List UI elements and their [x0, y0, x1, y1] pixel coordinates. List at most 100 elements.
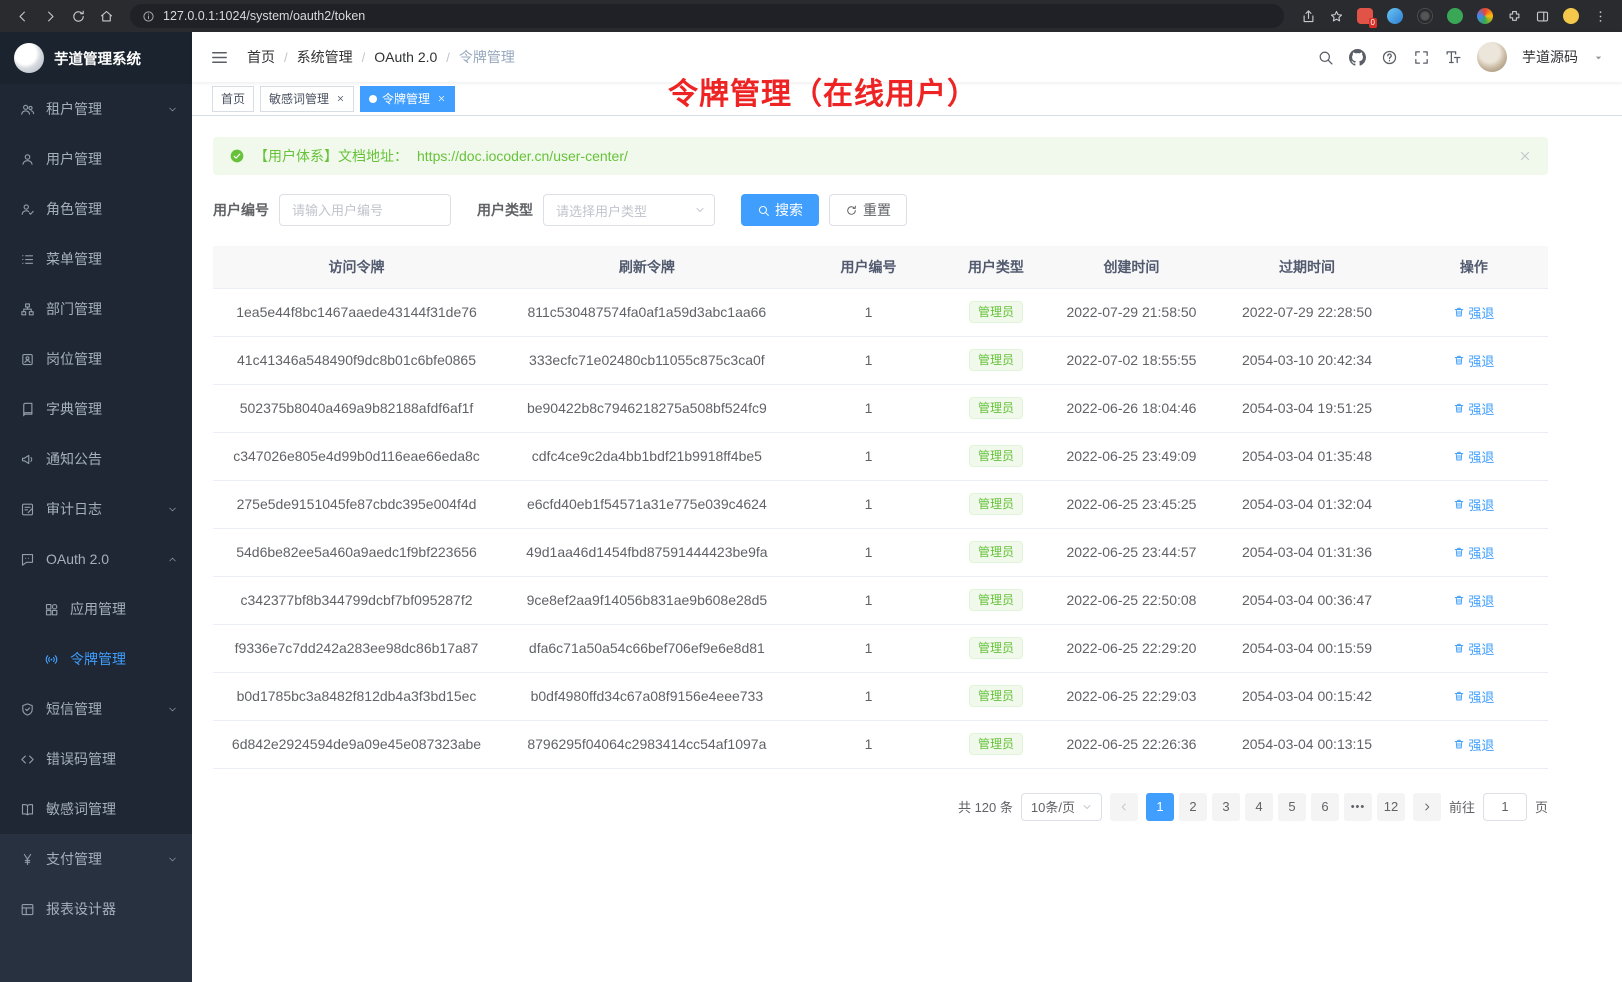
- force-logout-button[interactable]: 强退: [1453, 351, 1494, 370]
- reload-icon[interactable]: [66, 4, 90, 28]
- back-icon[interactable]: [10, 4, 34, 28]
- force-logout-button[interactable]: 强退: [1453, 735, 1494, 754]
- refresh-token-cell: e6cfd40eb1f54571a31e775e039c4624: [500, 480, 794, 528]
- bookmark-star-icon[interactable]: [1324, 4, 1348, 28]
- close-icon[interactable]: [336, 94, 345, 103]
- user-id-cell: 1: [794, 384, 944, 432]
- sidebar-item-角色管理[interactable]: 角色管理: [0, 184, 192, 234]
- extension-dark-icon[interactable]: [1417, 8, 1433, 24]
- hamburger-icon[interactable]: [210, 48, 229, 67]
- sidebar-item-租户管理[interactable]: 租户管理: [0, 84, 192, 134]
- tab-bar: 首页敏感词管理令牌管理: [192, 82, 1622, 116]
- search-button-label: 搜索: [775, 200, 803, 220]
- github-icon[interactable]: [1349, 49, 1366, 66]
- force-logout-button[interactable]: 强退: [1453, 591, 1494, 610]
- menu-dots-icon[interactable]: [1588, 4, 1612, 28]
- extension-blue-icon[interactable]: [1387, 8, 1403, 24]
- page-button-1[interactable]: 1: [1146, 793, 1174, 821]
- profile-avatar[interactable]: [1563, 8, 1579, 24]
- user-avatar[interactable]: [1477, 42, 1507, 72]
- app-logo[interactable]: 芋道管理系统: [0, 32, 192, 84]
- url-bar[interactable]: 127.0.0.1:1024/system/oauth2/token: [130, 4, 1284, 28]
- force-logout-button[interactable]: 强退: [1453, 543, 1494, 562]
- user-type-select[interactable]: 请选择用户类型: [543, 194, 715, 226]
- prev-page-button[interactable]: [1110, 793, 1138, 821]
- force-logout-label: 强退: [1468, 399, 1494, 418]
- page-button-2[interactable]: 2: [1179, 793, 1207, 821]
- page-button-12[interactable]: 12: [1377, 793, 1405, 821]
- force-logout-button[interactable]: 强退: [1453, 495, 1494, 514]
- close-icon[interactable]: [1518, 149, 1532, 163]
- sidebar-item-通知公告[interactable]: 通知公告: [0, 434, 192, 484]
- font-size-icon[interactable]: [1445, 49, 1462, 66]
- user-id-input[interactable]: [279, 194, 451, 226]
- chevron-down-icon: [1081, 801, 1093, 813]
- tab-敏感词管理[interactable]: 敏感词管理: [260, 86, 354, 112]
- share-icon[interactable]: [1296, 4, 1320, 28]
- fullscreen-icon[interactable]: [1413, 49, 1430, 66]
- sidebar-item-应用管理[interactable]: 应用管理: [0, 584, 192, 634]
- force-logout-button[interactable]: 强退: [1453, 303, 1494, 322]
- sidebar-item-短信管理[interactable]: 短信管理: [0, 684, 192, 734]
- close-icon[interactable]: [437, 94, 446, 103]
- active-tab-dot: [369, 95, 377, 103]
- breadcrumb-item[interactable]: 首页: [247, 47, 275, 67]
- chevron-down-icon: [167, 504, 178, 515]
- refresh-token-cell: b0df4980ffd34c67a08f9156e4eee733: [500, 672, 794, 720]
- username[interactable]: 芋道源码: [1522, 47, 1578, 67]
- menu-item-label: 错误码管理: [46, 749, 116, 769]
- extension-rainbow-icon[interactable]: [1477, 8, 1493, 24]
- puzzle-icon[interactable]: [1502, 4, 1526, 28]
- breadcrumb-item[interactable]: 系统管理: [297, 47, 353, 67]
- sidebar-item-支付管理[interactable]: 支付管理: [0, 834, 192, 884]
- breadcrumb-item[interactable]: OAuth 2.0: [374, 49, 437, 65]
- sidebar-item-报表设计器[interactable]: 报表设计器: [0, 884, 192, 934]
- goto-page-input[interactable]: [1483, 793, 1527, 821]
- column-header: 创建时间: [1049, 246, 1215, 288]
- sidebar-item-审计日志[interactable]: 审计日志: [0, 484, 192, 534]
- extension-green-icon[interactable]: [1447, 8, 1463, 24]
- sidebar-item-岗位管理[interactable]: 岗位管理: [0, 334, 192, 384]
- reset-button[interactable]: 重置: [829, 194, 907, 226]
- page-button-6[interactable]: 6: [1311, 793, 1339, 821]
- sidebar-item-用户管理[interactable]: 用户管理: [0, 134, 192, 184]
- notice-icon: [20, 452, 35, 467]
- create-time-cell: 2022-06-25 22:50:08: [1049, 576, 1215, 624]
- sidebar-item-部门管理[interactable]: 部门管理: [0, 284, 192, 334]
- doc-link[interactable]: https://doc.iocoder.cn/user-center/: [417, 148, 628, 164]
- goto-label: 前往: [1449, 797, 1475, 816]
- force-logout-button[interactable]: 强退: [1453, 639, 1494, 658]
- info-icon[interactable]: [140, 4, 156, 28]
- refresh-token-cell: 333ecfc71e02480cb11055c875c3ca0f: [500, 336, 794, 384]
- force-logout-button[interactable]: 强退: [1453, 399, 1494, 418]
- action-cell: 强退: [1400, 480, 1548, 528]
- next-page-button[interactable]: [1413, 793, 1441, 821]
- tab-令牌管理[interactable]: 令牌管理: [360, 86, 455, 112]
- split-view-icon[interactable]: [1530, 4, 1554, 28]
- page-button-4[interactable]: 4: [1245, 793, 1273, 821]
- action-cell: 强退: [1400, 528, 1548, 576]
- sidebar-item-令牌管理[interactable]: 令牌管理: [0, 634, 192, 684]
- access-token-cell: c342377bf8b344799dcbf7bf095287f2: [213, 576, 500, 624]
- page-ellipsis[interactable]: •••: [1344, 793, 1372, 821]
- page-button-5[interactable]: 5: [1278, 793, 1306, 821]
- page-size-select[interactable]: 10条/页: [1021, 793, 1102, 821]
- extension-red-icon[interactable]: 0: [1357, 8, 1373, 24]
- sidebar-item-OAuth 2.0[interactable]: OAuth 2.0: [0, 534, 192, 584]
- tab-首页[interactable]: 首页: [212, 86, 254, 112]
- caret-down-icon[interactable]: [1593, 52, 1604, 63]
- trash-icon: [1453, 354, 1465, 366]
- page-button-3[interactable]: 3: [1212, 793, 1240, 821]
- sidebar-item-错误码管理[interactable]: 错误码管理: [0, 734, 192, 784]
- force-logout-button[interactable]: 强退: [1453, 687, 1494, 706]
- user-type-label: 用户类型: [477, 200, 533, 220]
- sidebar-item-敏感词管理[interactable]: 敏感词管理: [0, 784, 192, 834]
- home-icon[interactable]: [94, 4, 118, 28]
- force-logout-button[interactable]: 强退: [1453, 447, 1494, 466]
- search-icon[interactable]: [1317, 49, 1334, 66]
- search-button[interactable]: 搜索: [741, 194, 819, 226]
- help-icon[interactable]: [1381, 49, 1398, 66]
- sidebar-item-字典管理[interactable]: 字典管理: [0, 384, 192, 434]
- forward-icon[interactable]: [38, 4, 62, 28]
- sidebar-item-菜单管理[interactable]: 菜单管理: [0, 234, 192, 284]
